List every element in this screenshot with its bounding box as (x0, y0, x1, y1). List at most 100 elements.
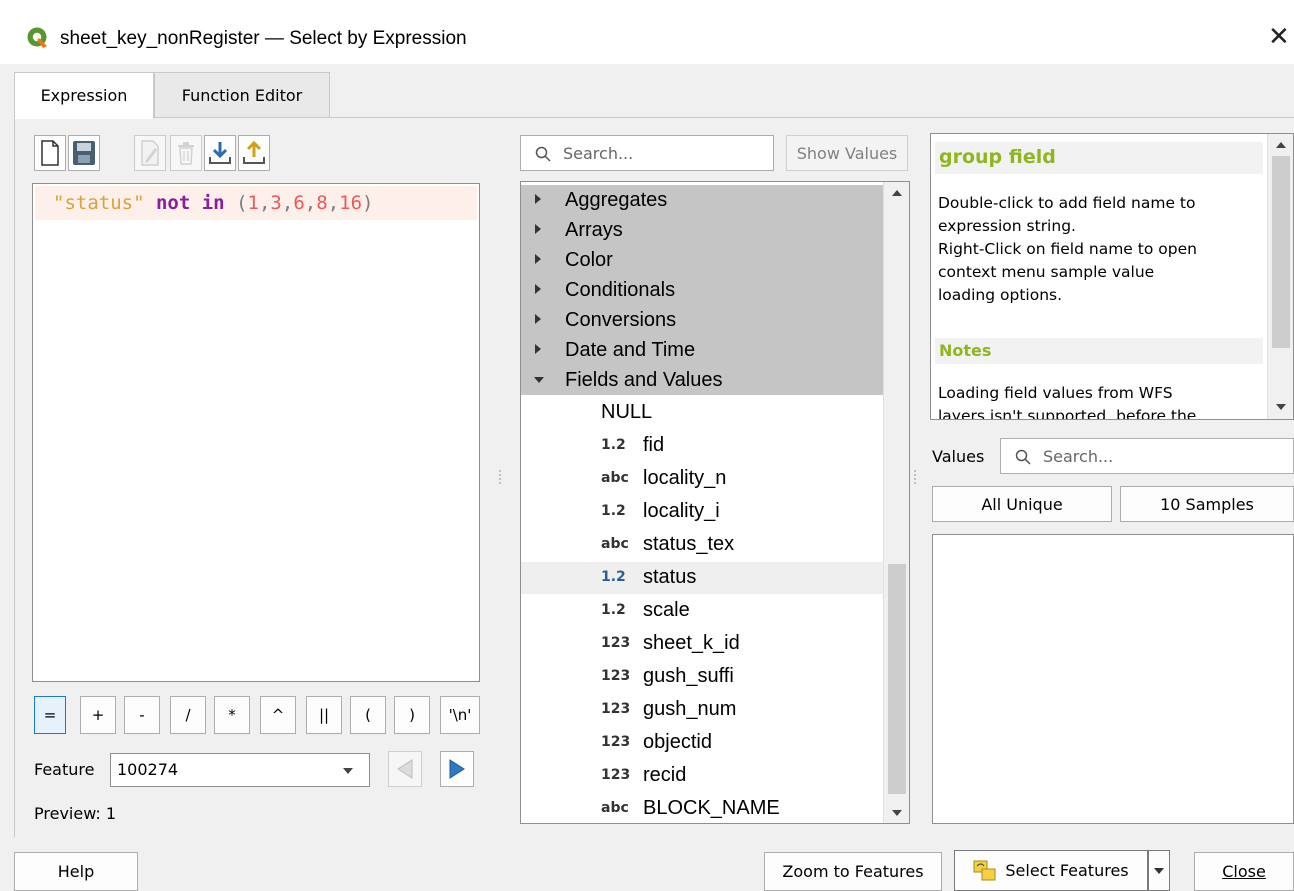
scroll-down-icon[interactable] (1276, 404, 1286, 410)
help-line: Double-click to add field name to (938, 194, 1196, 212)
expand-arrow-icon (535, 284, 541, 294)
ten-samples-button[interactable]: 10 Samples (1120, 486, 1294, 522)
tree-field-item[interactable]: abc BLOCK_NAME (521, 793, 883, 823)
tree-group-color[interactable]: Color (521, 245, 883, 275)
operator-equals-button[interactable]: = (34, 696, 66, 734)
expression-editor[interactable]: "status" not in (1,3,6,8,16) (32, 183, 480, 682)
notes-heading: Notes (935, 338, 1263, 364)
tree-field-item[interactable]: abc locality_n (521, 463, 883, 493)
search-icon (1015, 449, 1031, 465)
expand-arrow-icon (535, 254, 541, 264)
chevron-down-icon (343, 768, 353, 774)
next-feature-button[interactable] (440, 751, 474, 787)
help-button[interactable]: Help (14, 852, 138, 891)
expand-arrow-icon (535, 194, 541, 204)
tree-field-item[interactable]: 123 recid (521, 760, 883, 790)
import-expressions-button[interactable] (204, 135, 236, 171)
tree-group-fields-and-values[interactable]: Fields and Values (521, 365, 883, 395)
operator-newline-button[interactable]: '\n' (440, 696, 480, 734)
operator-plus-button[interactable]: + (80, 696, 116, 734)
help-scrollbar[interactable] (1267, 134, 1293, 419)
splitter-handle[interactable] (914, 470, 916, 484)
values-list[interactable] (932, 534, 1294, 824)
expression-value: 16 (339, 192, 363, 214)
scrollbar-thumb[interactable] (1272, 156, 1290, 348)
tab-function-editor[interactable]: Function Editor (154, 72, 330, 118)
expand-arrow-icon (535, 314, 541, 324)
save-expression-button[interactable] (68, 135, 100, 171)
integer-type-icon: 123 (601, 668, 631, 684)
tree-field-item[interactable]: 123 gush_num (521, 694, 883, 724)
field-name: gush_num (643, 698, 737, 720)
tab-expression[interactable]: Expression (14, 72, 154, 119)
operator-concat-button[interactable]: || (306, 696, 342, 734)
tree-scrollbar[interactable] (883, 182, 909, 823)
tree-group-aggregates[interactable]: Aggregates (521, 185, 883, 215)
show-values-button[interactable]: Show Values (786, 135, 908, 171)
scroll-down-icon[interactable] (892, 810, 902, 816)
integer-type-icon: 123 (601, 701, 631, 717)
tree-field-item-selected[interactable]: 1.2 status (521, 562, 883, 594)
scroll-up-icon[interactable] (892, 190, 902, 196)
field-name: locality_i (643, 500, 720, 522)
tree-field-item[interactable]: 123 sheet_k_id (521, 628, 883, 658)
integer-type-icon: 123 (601, 734, 631, 750)
paren-close: ) (362, 192, 374, 214)
expression-line: "status" not in (1,3,6,8,16) (35, 186, 477, 220)
notes-body: Loading field values from WFS layers isn… (938, 382, 1262, 420)
close-button[interactable]: Close (1194, 852, 1294, 891)
edit-expression-button[interactable] (134, 135, 166, 171)
field-name: recid (643, 764, 687, 786)
field-name: locality_n (643, 467, 727, 489)
decimal-type-icon: 1.2 (601, 602, 626, 618)
operator-multiply-button[interactable]: * (214, 696, 250, 734)
tree-group-date-and-time[interactable]: Date and Time (521, 335, 883, 365)
help-panel: group field Double-click to add field na… (930, 133, 1294, 420)
search-placeholder: Search... (563, 144, 634, 163)
decimal-type-icon: 1.2 (601, 437, 626, 453)
values-label: Values (932, 447, 985, 466)
feature-combobox[interactable]: 100274 (110, 753, 370, 787)
tree-group-conditionals[interactable]: Conditionals (521, 275, 883, 305)
delete-expression-button[interactable] (170, 135, 202, 171)
field-name: NULL (601, 401, 653, 423)
tree-field-item[interactable]: 1.2 scale (521, 595, 883, 625)
export-expressions-button[interactable] (238, 135, 270, 171)
expand-arrow-icon (535, 344, 541, 354)
previous-feature-button[interactable] (388, 751, 422, 787)
notes-line: layers isn't supported, before the (938, 407, 1197, 420)
operator-minus-button[interactable]: - (124, 696, 160, 734)
tree-group-label: Date and Time (565, 339, 696, 361)
splitter-handle[interactable] (499, 470, 501, 484)
values-search-input[interactable]: Search... (1000, 438, 1294, 474)
scroll-up-icon[interactable] (1276, 142, 1286, 148)
select-features-button[interactable]: Select Features (954, 850, 1148, 891)
help-title: group field (935, 142, 1263, 174)
tree-field-item[interactable]: abc status_tex (521, 529, 883, 559)
operator-power-button[interactable]: ^ (260, 696, 296, 734)
tree-field-item[interactable]: 123 gush_suffi (521, 661, 883, 691)
tree-field-item[interactable]: 123 objectid (521, 727, 883, 757)
zoom-to-features-button[interactable]: Zoom to Features (764, 852, 942, 891)
tree-field-item[interactable]: 1.2 fid (521, 430, 883, 460)
save-icon (73, 141, 95, 165)
tree-item-null[interactable]: NULL (521, 397, 883, 427)
tree-group-arrays[interactable]: Arrays (521, 215, 883, 245)
function-search-input[interactable]: Search... (520, 135, 774, 171)
all-unique-button[interactable]: All Unique (932, 486, 1112, 522)
new-expression-button[interactable] (34, 135, 66, 171)
scrollbar-thumb[interactable] (888, 564, 906, 794)
tab-label: Function Editor (181, 85, 303, 105)
close-window-icon[interactable]: ✕ (1268, 22, 1290, 52)
operator-divide-button[interactable]: / (170, 696, 206, 734)
tree-group-conversions[interactable]: Conversions (521, 305, 883, 335)
function-tree[interactable]: Aggregates Arrays Color Conditionals Con… (520, 181, 910, 824)
operator-close-paren-button[interactable]: ) (394, 696, 430, 734)
select-features-dropdown-button[interactable] (1148, 850, 1170, 891)
export-icon (243, 140, 265, 164)
tree-field-item[interactable]: 1.2 locality_i (521, 496, 883, 526)
select-features-icon (973, 860, 996, 880)
help-line: Right-Click on field name to open (938, 240, 1197, 258)
operator-open-paren-button[interactable]: ( (350, 696, 386, 734)
expand-arrow-icon (535, 224, 541, 234)
